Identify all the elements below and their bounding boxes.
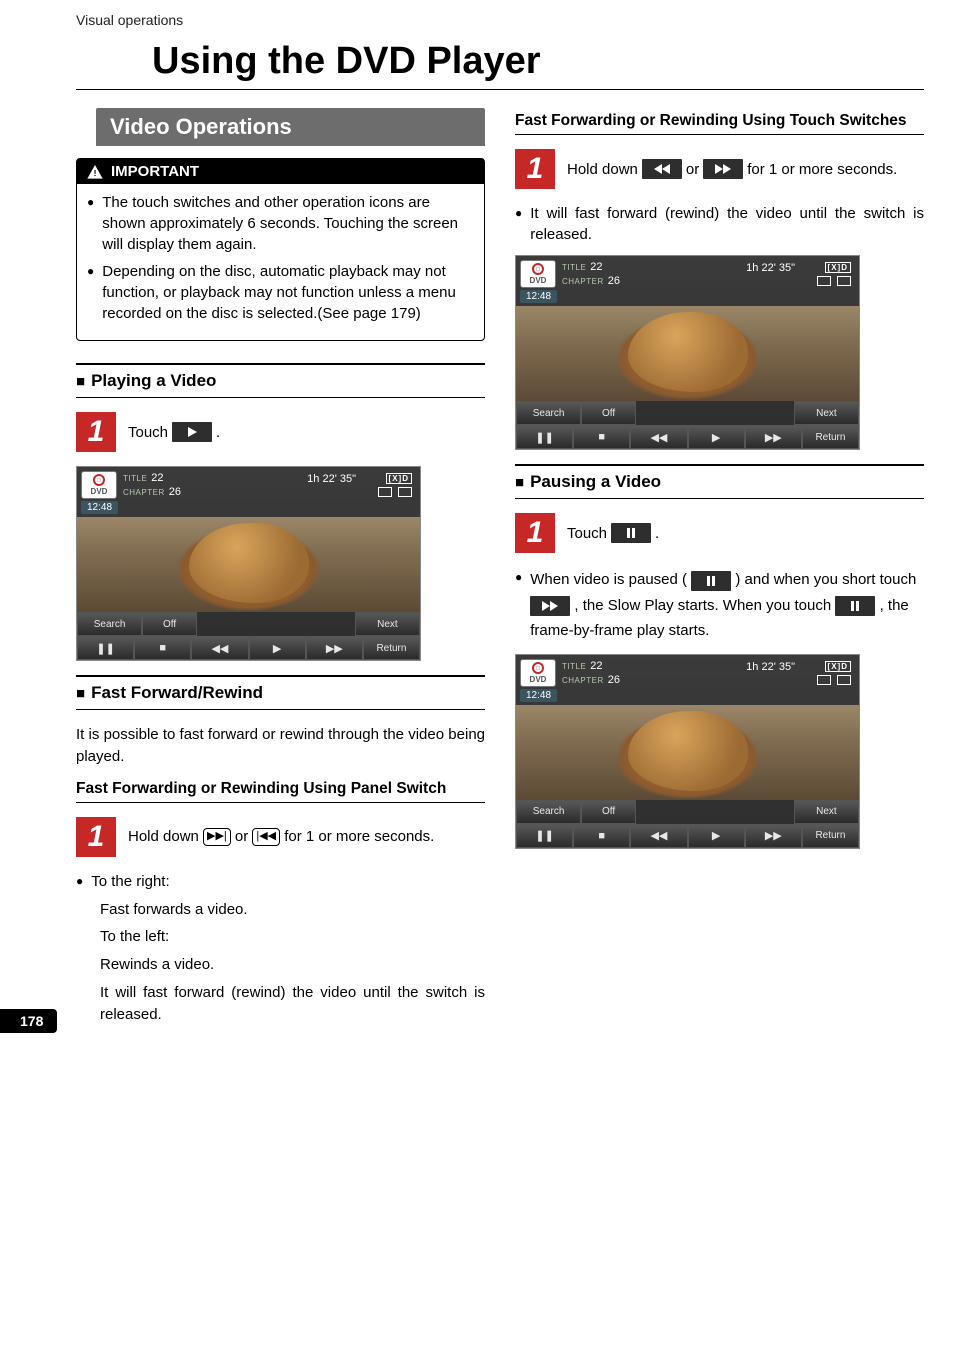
play-button[interactable]: ▶ [249, 636, 306, 660]
step-row: 1 Touch . [515, 513, 924, 553]
play-button[interactable]: ▶ [688, 425, 745, 449]
section-banner: Video Operations [96, 108, 485, 146]
step-row: 1 Hold down or for 1 or more seconds. [515, 149, 924, 189]
next-button[interactable]: Next [794, 401, 859, 425]
pause-button[interactable]: ❚❚ [516, 824, 573, 848]
step-row: 1 Touch . [76, 412, 485, 452]
pause-icon [835, 596, 875, 616]
ffwd-icon [530, 596, 570, 616]
return-button[interactable]: Return [802, 425, 859, 449]
audio-icon [398, 487, 412, 497]
rewind-icon [642, 159, 682, 179]
step-number-icon: 1 [515, 149, 555, 189]
play-button[interactable]: ▶ [688, 824, 745, 848]
dolby-icon: [X]D [825, 262, 851, 273]
bullet-item: When video is paused ( ) and when you sh… [515, 567, 924, 644]
search-button[interactable]: Search [516, 800, 581, 824]
subheading-pause: Pausing a Video [515, 464, 924, 499]
warning-icon: ! [87, 165, 103, 179]
search-button[interactable]: Search [516, 401, 581, 425]
bullet-item: To the right: [76, 871, 485, 893]
repeat-icon [817, 675, 831, 685]
dvd-badge: DVD [520, 659, 556, 687]
next-track-icon: ▶▶| [203, 828, 231, 846]
important-item: Depending on the disc, automatic playbac… [87, 261, 474, 324]
step-text: Touch . [567, 523, 659, 544]
video-frame [516, 306, 859, 401]
dolby-icon: [X]D [825, 661, 851, 672]
step-number-icon: 1 [76, 817, 116, 857]
next-button[interactable]: Next [794, 800, 859, 824]
bullet-item: It will fast forward (rewind) the video … [515, 203, 924, 245]
audio-icon [837, 276, 851, 286]
clock-pill: 12:48 [81, 501, 118, 514]
dolby-icon: [X]D [386, 473, 412, 484]
player-screenshot: DVD TITLE22 CHAPTER26 1h 22' 35" [X]D 12… [515, 255, 860, 450]
player-screenshot: DVD TITLE22 CHAPTER26 1h 22' 35" [X]D 12… [515, 654, 860, 849]
pause-icon [691, 571, 731, 591]
video-frame [77, 517, 420, 612]
important-heading: ! IMPORTANT [77, 159, 484, 184]
stop-button[interactable]: ■ [134, 636, 191, 660]
off-button[interactable]: Off [581, 800, 636, 824]
play-icon [172, 422, 212, 442]
clock-pill: 12:48 [520, 689, 557, 702]
page-title: Using the DVD Player [76, 36, 924, 90]
ffwd-button[interactable]: ▶▶ [306, 636, 363, 660]
dvd-badge: DVD [81, 471, 117, 499]
off-button[interactable]: Off [142, 612, 197, 636]
step-number-icon: 1 [76, 412, 116, 452]
dvd-badge: DVD [520, 260, 556, 288]
stop-button[interactable]: ■ [573, 824, 630, 848]
step-text: Touch . [128, 422, 220, 443]
ff-intro-text: It is possible to fast forward or rewind… [76, 724, 485, 768]
ffwd-button[interactable]: ▶▶ [745, 425, 802, 449]
subheading-ff: Fast Forward/Rewind [76, 675, 485, 710]
off-button[interactable]: Off [581, 401, 636, 425]
repeat-icon [817, 276, 831, 286]
subsubheading-ff-touch: Fast Forwarding or Rewinding Using Touch… [515, 110, 924, 135]
important-item: The touch switches and other operation i… [87, 192, 474, 255]
runtime-text: 1h 22' 35" [307, 473, 356, 485]
page-number: 178 [0, 1009, 57, 1033]
rewind-button[interactable]: ◀◀ [630, 824, 687, 848]
pause-button[interactable]: ❚❚ [77, 636, 134, 660]
runtime-text: 1h 22' 35" [746, 661, 795, 673]
runtime-text: 1h 22' 35" [746, 262, 795, 274]
repeat-icon [378, 487, 392, 497]
ffwd-button[interactable]: ▶▶ [745, 824, 802, 848]
step-text: Hold down or for 1 or more seconds. [567, 159, 897, 180]
search-button[interactable]: Search [77, 612, 142, 636]
stop-button[interactable]: ■ [573, 425, 630, 449]
player-screenshot: DVD TITLE22 CHAPTER26 1h 22' 35" [X]D 12… [76, 466, 421, 661]
return-button[interactable]: Return [363, 636, 420, 660]
step-text: Hold down ▶▶| or |◀◀ for 1 or more secon… [128, 826, 434, 847]
pause-icon [611, 523, 651, 543]
subheading-playing: Playing a Video [76, 363, 485, 398]
clock-pill: 12:48 [520, 290, 557, 303]
pause-button[interactable]: ❚❚ [516, 425, 573, 449]
video-frame [516, 705, 859, 800]
important-label: IMPORTANT [111, 163, 199, 180]
audio-icon [837, 675, 851, 685]
return-button[interactable]: Return [802, 824, 859, 848]
rewind-button[interactable]: ◀◀ [191, 636, 248, 660]
svg-text:!: ! [94, 167, 97, 177]
step-row: 1 Hold down ▶▶| or |◀◀ for 1 or more sec… [76, 817, 485, 857]
next-button[interactable]: Next [355, 612, 420, 636]
step-number-icon: 1 [515, 513, 555, 553]
ffwd-icon [703, 159, 743, 179]
rewind-button[interactable]: ◀◀ [630, 425, 687, 449]
subsubheading-ff-panel: Fast Forwarding or Rewinding Using Panel… [76, 778, 485, 803]
important-box: ! IMPORTANT The touch switches and other… [76, 158, 485, 341]
breadcrumb: Visual operations [0, 0, 954, 36]
prev-track-icon: |◀◀ [252, 828, 280, 846]
bullet-detail: Fast forwards a video. To the left: Rewi… [100, 899, 485, 1026]
